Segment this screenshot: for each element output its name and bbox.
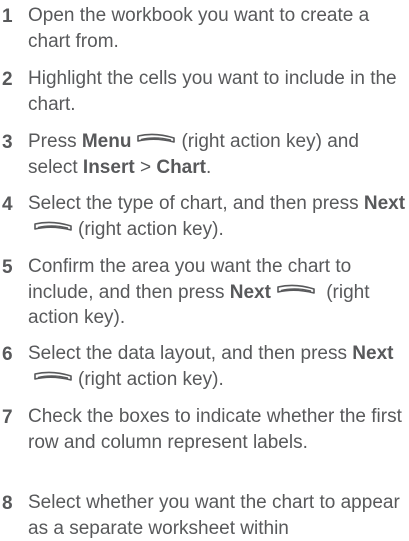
insert-label: Insert [82,156,135,178]
step-text: Select whether you want the chart to app… [28,492,400,539]
step-text: Open the workbook you want to create a c… [28,5,370,52]
right-action-key-icon [135,133,177,147]
right-action-key-icon [32,371,74,385]
next-label: Next [363,193,406,214]
step-number: 5 [2,257,13,278]
next-label: Next [229,281,271,303]
step-text: Press Menu (right action key) and select … [28,131,359,178]
step-number: 6 [2,344,13,365]
step-number: 8 [2,493,13,514]
menu-label: Menu [81,131,132,152]
step-text: Highlight the cells you want to include … [28,68,397,115]
step-text: Check the boxes to indicate whether the … [28,406,402,453]
step-number: 1 [2,6,13,27]
right-action-key-icon [275,284,317,298]
step-text: Confirm the area you want the chart to i… [28,256,370,328]
next-label: Next [352,343,394,364]
step-text: Select the type of chart, and then press… [28,193,406,240]
right-action-key-icon [32,221,74,235]
chart-label: Chart [156,156,206,178]
step-number: 4 [2,194,13,215]
step-text: Select the data layout, and then press N… [28,343,394,390]
step-number: 2 [2,69,13,90]
step-number: 3 [2,132,13,153]
instruction-steps: 1 Open the workbook you want to create a… [0,0,409,539]
step-number: 7 [2,407,13,428]
